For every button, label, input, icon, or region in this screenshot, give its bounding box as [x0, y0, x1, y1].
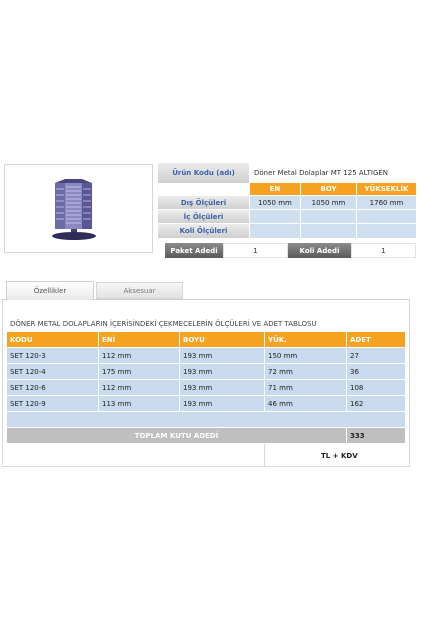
product-image-box: [4, 164, 153, 253]
cell-adet: 108: [347, 380, 405, 395]
ic-boy-value: [301, 210, 356, 223]
koli-boy-value: [301, 224, 356, 238]
col-eni: ENİ: [99, 332, 179, 347]
product-code-label: Ürün Kodu (adı): [158, 163, 249, 183]
koli-yukseklik-value: [357, 224, 416, 238]
header-boy: BOY: [301, 183, 356, 195]
cell-eni: 112 mm: [99, 380, 179, 395]
cell-adet: 36: [347, 364, 405, 379]
price-note: TL + KDV: [321, 452, 358, 460]
cell-kodu: SET 120-9: [7, 396, 98, 411]
tab-aksesuar[interactable]: Aksesuar: [96, 282, 183, 299]
ic-olculeri-label: İç Ölçüleri: [158, 210, 249, 223]
koli-adedi-value: 1: [351, 243, 416, 258]
cell-boyu: 193 mm: [180, 380, 264, 395]
table-row: SET 120-3 112 mm 193 mm 150 mm 27: [7, 348, 405, 363]
dis-boy-value: 1050 mm: [301, 196, 356, 209]
header-blank: [158, 183, 249, 195]
cell-eni: 112 mm: [99, 348, 179, 363]
cell-eni: 175 mm: [99, 364, 179, 379]
ic-en-value: [250, 210, 300, 223]
header-en: EN: [250, 183, 300, 195]
table-header-row: KODU ENİ BOYU YÜK. ADET: [7, 332, 405, 347]
dis-yukseklik-value: 1760 mm: [357, 196, 416, 209]
cell-yuk: 150 mm: [265, 348, 346, 363]
spacer-cell: [7, 412, 405, 427]
cell-kodu: SET 120-3: [7, 348, 98, 363]
drawer-table-title: DÖNER METAL DOLAPLARIN İÇERİSİNDEKİ ÇEKM…: [10, 320, 317, 328]
cell-kodu: SET 120-6: [7, 380, 98, 395]
cell-boyu: 193 mm: [180, 364, 264, 379]
cell-adet: 27: [347, 348, 405, 363]
koli-adedi-label: Koli Adedi: [288, 243, 351, 258]
cell-yuk: 72 mm: [265, 364, 346, 379]
tab-ozellikler[interactable]: Özellikler: [6, 281, 94, 300]
table-spacer-row: [7, 412, 405, 427]
col-adet: ADET: [347, 332, 405, 347]
table-row: SET 120-4 175 mm 193 mm 72 mm 36: [7, 364, 405, 379]
dis-en-value: 1050 mm: [250, 196, 300, 209]
koli-en-value: [250, 224, 300, 238]
ic-yukseklik-value: [357, 210, 416, 223]
cell-adet: 162: [347, 396, 405, 411]
col-boyu: BOYU: [180, 332, 264, 347]
cell-yuk: 46 mm: [265, 396, 346, 411]
header-yukseklik: YÜKSEKLİK: [357, 183, 416, 195]
paket-adedi-value: 1: [223, 243, 288, 258]
paket-adedi-label: Paket Adedi: [165, 243, 223, 258]
cell-boyu: 193 mm: [180, 396, 264, 411]
dis-olculeri-label: Dış Ölçüleri: [158, 196, 249, 209]
table-row: SET 120-6 112 mm 193 mm 71 mm 108: [7, 380, 405, 395]
spec-table: Ürün Kodu (adı) Döner Metal Dolaplar MT …: [158, 163, 416, 260]
total-label: TOPLAM KUTU ADEDİ: [7, 428, 346, 443]
cell-yuk: 71 mm: [265, 380, 346, 395]
col-yuk: YÜK.: [265, 332, 346, 347]
rotating-cabinet-image: [52, 179, 96, 240]
koli-olculeri-label: Koli Ölçüleri: [158, 224, 249, 238]
product-code-value: Döner Metal Dolaplar MT 125 ALTIGEN: [249, 163, 416, 183]
cell-kodu: SET 120-4: [7, 364, 98, 379]
table-row: SET 120-9 113 mm 193 mm 46 mm 162: [7, 396, 405, 411]
table-total-row: TOPLAM KUTU ADEDİ 333: [7, 428, 405, 443]
divider: [264, 444, 265, 466]
cell-boyu: 193 mm: [180, 348, 264, 363]
cell-eni: 113 mm: [99, 396, 179, 411]
col-kodu: KODU: [7, 332, 98, 347]
total-value: 333: [347, 428, 405, 443]
